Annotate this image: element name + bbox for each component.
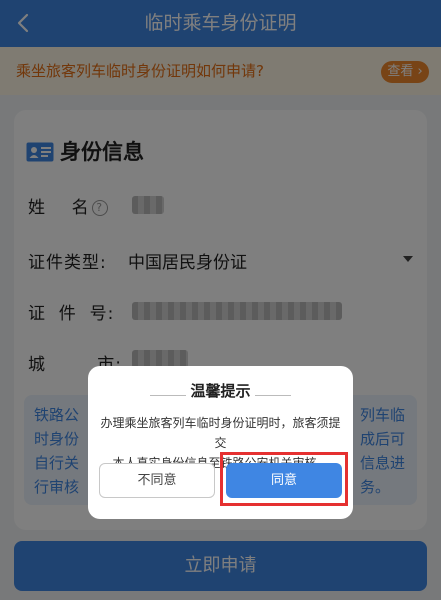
dialog-title: 温馨提示: [190, 382, 251, 400]
agree-highlight-frame: [220, 452, 348, 506]
dialog-message-line: 办理乘坐旅客列车临时身份证明时，旅客须提交: [100, 416, 341, 450]
disagree-button[interactable]: 不同意: [99, 463, 215, 498]
